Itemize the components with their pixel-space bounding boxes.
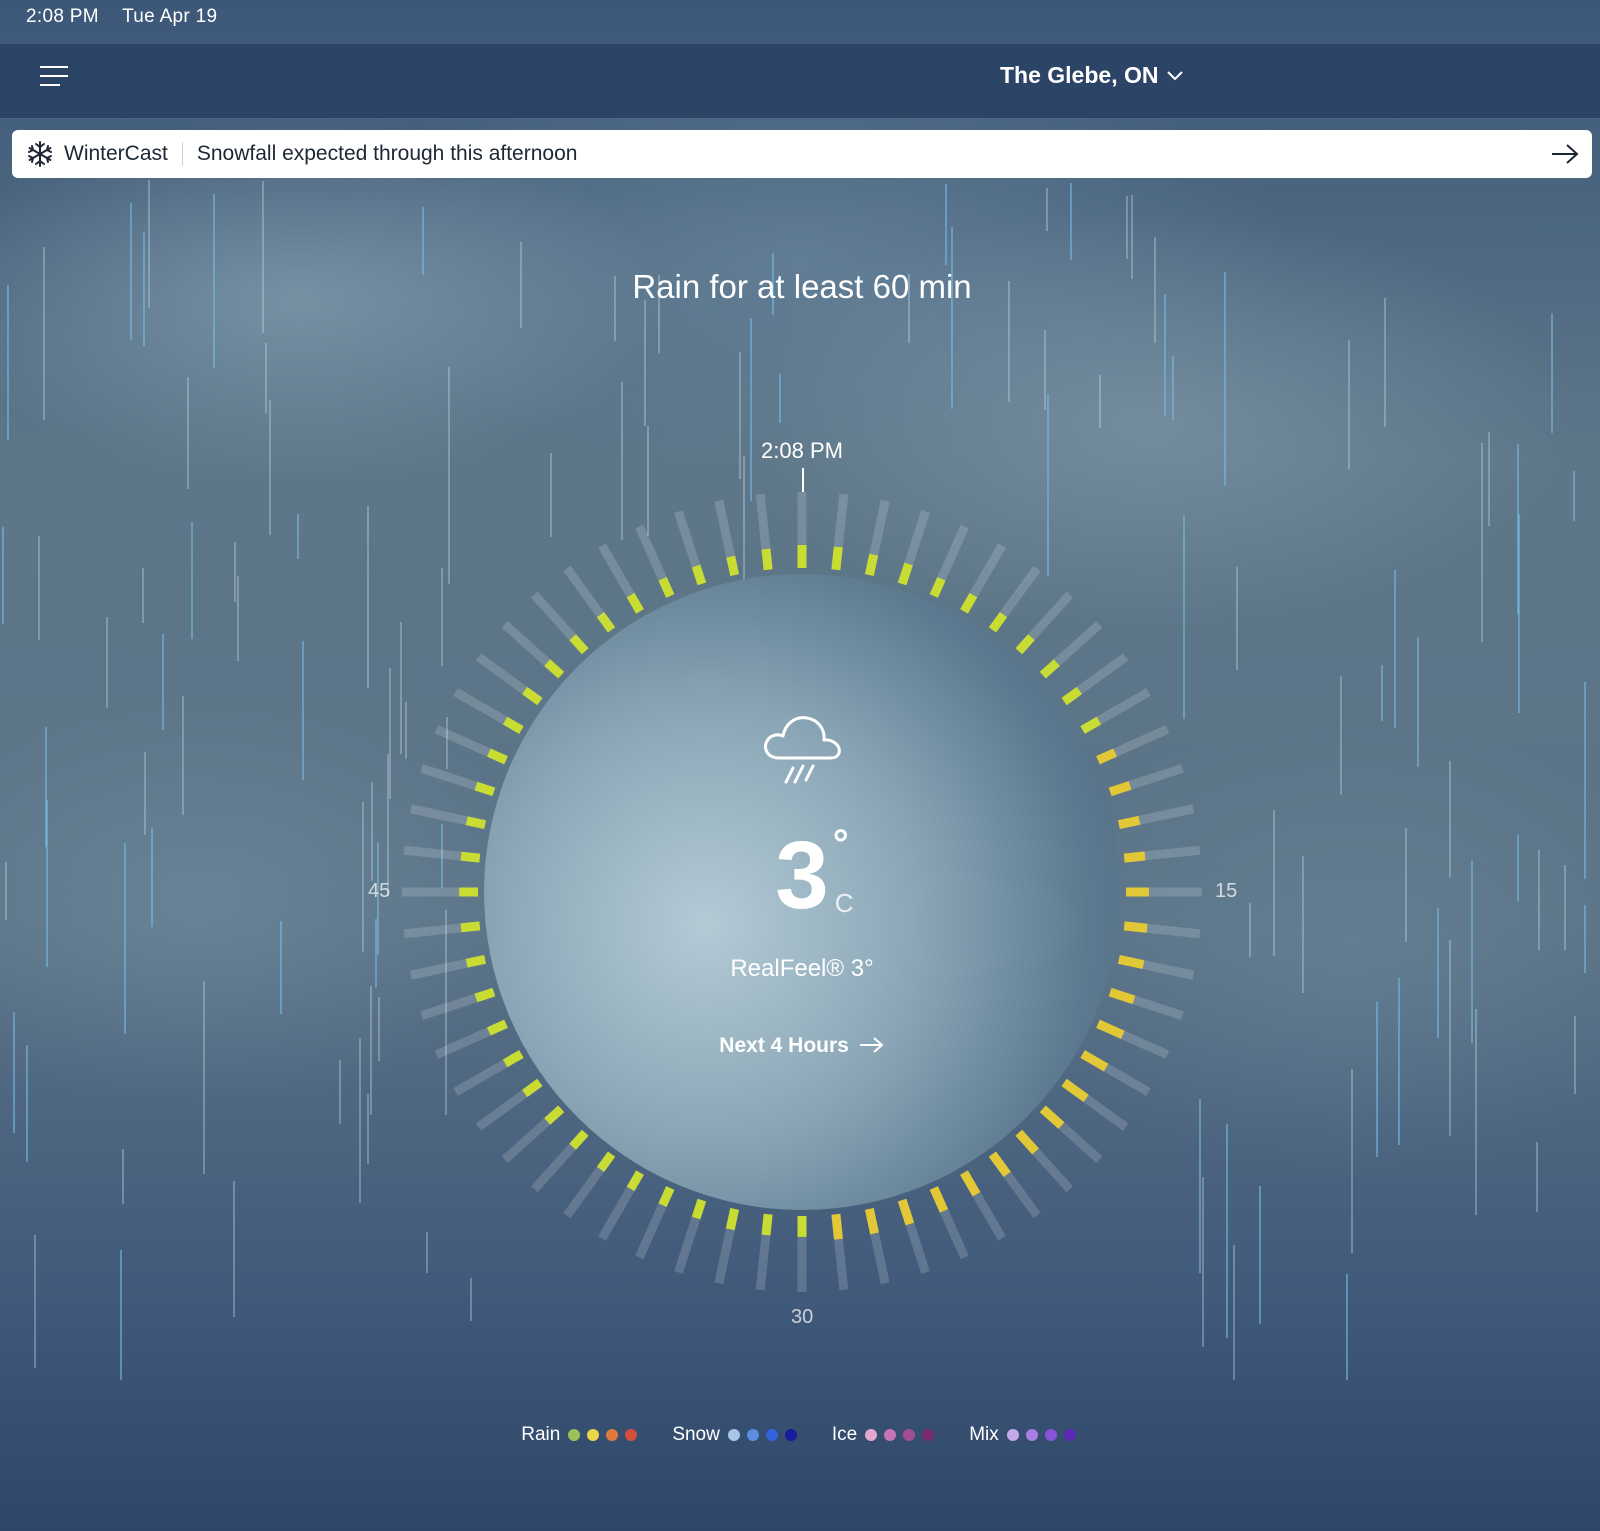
- legend-label: Rain: [521, 1424, 561, 1445]
- dial-intensity-tick: [1108, 987, 1136, 1005]
- dial-intensity-tick: [544, 1105, 565, 1125]
- next-4-hours-link[interactable]: Next 4 Hours: [0, 1034, 1600, 1058]
- legend-color-dot: [922, 1429, 935, 1441]
- dial-intensity-tick: [626, 1170, 644, 1192]
- dial-intensity-tick: [897, 1198, 915, 1226]
- legend-label: Ice: [831, 1424, 858, 1445]
- dial-intensity-tick: [1015, 1129, 1039, 1155]
- realfeel-text: RealFeel® 3°: [730, 955, 874, 982]
- legend-color-dot: [865, 1429, 878, 1441]
- temperature-unit: C: [834, 888, 854, 918]
- dial-intensity-tick: [691, 564, 707, 586]
- legend-color-dot: [568, 1429, 581, 1441]
- legend-color-dot: [1044, 1429, 1057, 1441]
- dial-intensity-tick: [460, 921, 481, 933]
- dial-intensity-tick: [929, 576, 946, 598]
- dial-intensity-tick: [988, 612, 1008, 633]
- dial-intensity-tick: [522, 686, 543, 706]
- dial-intensity-tick: [1039, 1105, 1065, 1129]
- legend-color-dot: [727, 1429, 740, 1441]
- dial-intensity-tick: [486, 1019, 508, 1036]
- next-4-hours-label: Next 4 Hours: [719, 1034, 849, 1057]
- dial-intensity-tick: [1117, 815, 1141, 830]
- dial-intensity-tick: [864, 553, 879, 577]
- dial-intensity-tick: [1015, 634, 1035, 655]
- dial-intensity-tick: [1061, 1078, 1089, 1103]
- dial-intensity-tick: [596, 1151, 616, 1172]
- dial-intensity-tick: [465, 816, 487, 830]
- dial-intensity-tick: [1039, 659, 1060, 679]
- now-marker: [802, 468, 804, 492]
- temperature-number: 3: [775, 822, 829, 929]
- dial-intensity-tick: [691, 1198, 707, 1220]
- legend-label: Mix: [969, 1424, 999, 1445]
- dial-intensity-tick: [960, 1170, 981, 1197]
- dial-intensity-tick: [569, 1129, 589, 1150]
- dial-intensity-tick: [864, 1207, 879, 1235]
- dial-intensity-tick: [474, 987, 496, 1003]
- legend-group-mix: Mix: [969, 1424, 1083, 1446]
- dial-intensity-tick: [626, 592, 644, 614]
- weather-icon-wrap: [0, 708, 1600, 794]
- dial-intensity-tick: [569, 634, 589, 655]
- legend-label: Snow: [672, 1424, 720, 1445]
- now-time-label: 2:08 PM: [761, 438, 843, 463]
- legend-color-dot: [1025, 1429, 1038, 1441]
- legend-group-ice: Ice: [832, 1424, 941, 1446]
- dial-intensity-tick: [658, 576, 675, 598]
- dial-intensity-tick: [761, 1213, 773, 1236]
- dial-intensity-tick: [831, 1213, 843, 1240]
- legend-color-dot: [903, 1429, 916, 1441]
- legend-color-dot: [587, 1429, 600, 1441]
- dial-intensity-tick: [726, 555, 740, 577]
- legend-color-dot: [606, 1429, 619, 1441]
- legend-color-dot: [784, 1429, 797, 1441]
- dial-intensity-tick: [522, 1078, 543, 1098]
- dial-intensity-tick: [761, 548, 773, 571]
- arrow-right-icon: [859, 1037, 884, 1053]
- legend-color-dot: [884, 1429, 897, 1441]
- dial-intensity-tick: [1123, 921, 1148, 933]
- precip-legend: Rain Snow Ice Mix: [0, 1424, 1600, 1446]
- dial-intensity-tick: [658, 1186, 675, 1208]
- dial-intensity-tick: [1061, 686, 1082, 706]
- legend-color-dot: [1006, 1429, 1019, 1441]
- legend-color-dot: [1063, 1429, 1076, 1441]
- degree-symbol: °: [832, 822, 849, 866]
- dial-intensity-tick: [596, 612, 616, 633]
- legend-color-dot: [746, 1429, 759, 1441]
- legend-color-dot: [765, 1429, 778, 1441]
- dial-intensity-tick: [544, 659, 565, 679]
- legend-group-snow: Snow: [672, 1424, 804, 1446]
- temperature-block: 3 ° C: [0, 824, 1600, 924]
- dial-intensity-tick: [725, 1207, 740, 1231]
- dial-intensity-tick: [831, 546, 843, 571]
- dial-intensity-tick: [929, 1186, 949, 1213]
- minute-label-30: 30: [791, 1306, 814, 1328]
- legend-group-rain: Rain: [521, 1424, 644, 1446]
- cloud-rain-icon: [764, 716, 841, 784]
- dial-intensity-tick: [897, 562, 913, 586]
- legend-color-dot: [625, 1429, 638, 1441]
- dial-intensity-tick: [988, 1151, 1011, 1178]
- temperature-value: 3 ° C: [775, 824, 853, 924]
- dial-intensity-tick: [960, 592, 978, 614]
